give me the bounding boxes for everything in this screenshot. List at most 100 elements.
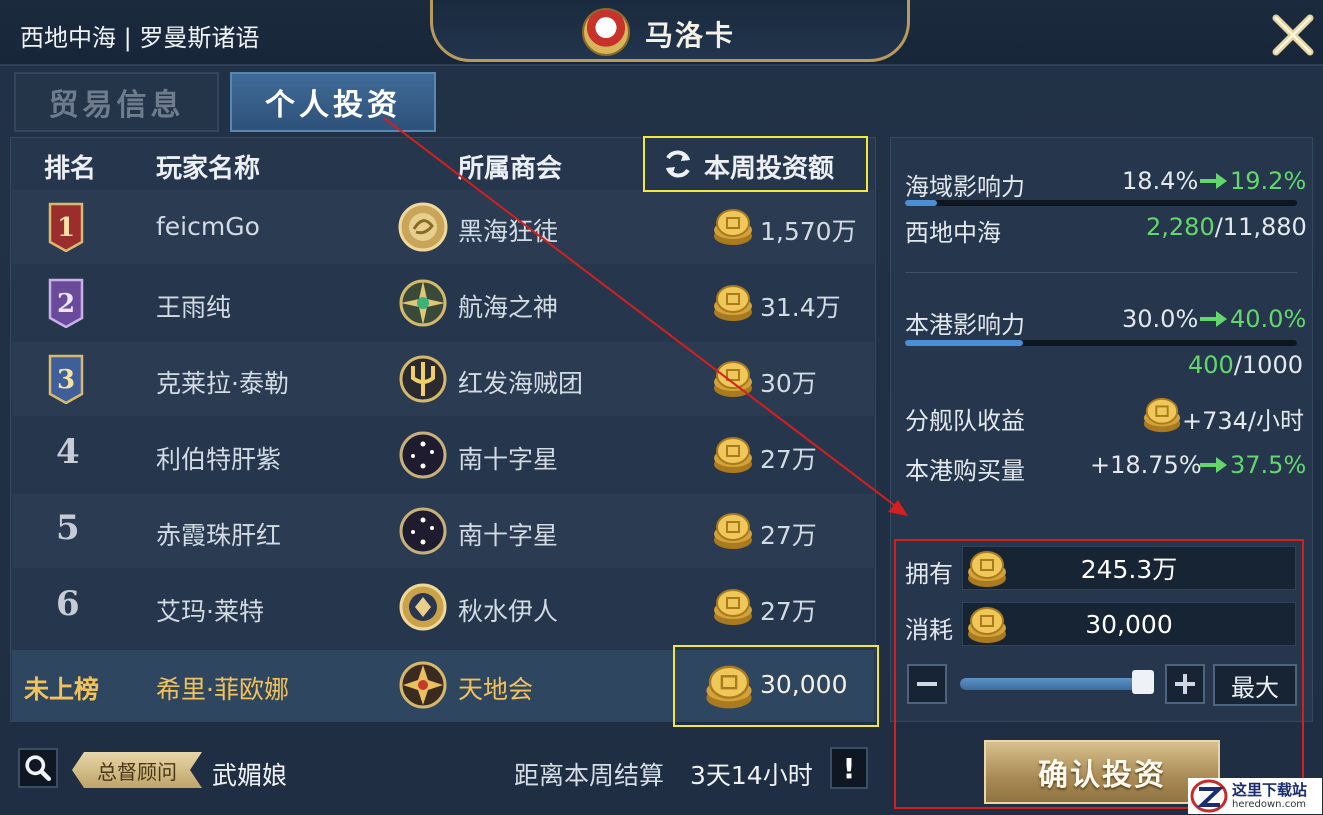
- port-purchase-label: 本港购买量: [905, 457, 1025, 485]
- watermark-url: heredown.com: [1232, 798, 1307, 810]
- trident-emblem-icon: [399, 355, 447, 403]
- close-icon[interactable]: [1270, 12, 1316, 58]
- compass-star-emblem-icon: [399, 279, 447, 327]
- table-row[interactable]: 4 利伯特肝紫 南十字星 27万: [12, 418, 874, 492]
- max-button[interactable]: 最大: [1213, 664, 1297, 706]
- advisor-name: 武媚娘: [212, 761, 288, 790]
- sea-influence-bar-fill: [905, 200, 938, 206]
- my-guild-name: 天地会: [458, 675, 534, 704]
- player-name: 王雨纯: [156, 293, 232, 322]
- gold-coin-icon: [714, 589, 752, 625]
- table-row[interactable]: 6 艾玛·莱特 秋水伊人 27万: [12, 570, 874, 644]
- sea-points-total: /11,880: [1214, 213, 1307, 241]
- investment-amount: 30万: [760, 369, 817, 398]
- city-flag-icon: [582, 8, 630, 56]
- cost-value: 30,000: [1085, 609, 1173, 639]
- rank-2-badge-icon: 2: [48, 278, 84, 328]
- svg-text:2: 2: [57, 289, 75, 319]
- gold-coin-icon: [714, 437, 752, 473]
- arrow-right-icon: [1200, 457, 1227, 473]
- sea-influence-next: 19.2%: [1230, 167, 1307, 195]
- table-row[interactable]: 1 feicmGo 黑海狂徒 1,570万: [12, 190, 874, 264]
- gold-coin-icon: [714, 361, 752, 397]
- svg-text:3: 3: [57, 365, 75, 395]
- heaven-earth-emblem-icon: [399, 661, 447, 709]
- confirm-investment-button[interactable]: 确认投资: [984, 740, 1220, 804]
- rank-1-badge-icon: 1: [48, 202, 84, 252]
- owned-field: 245.3万: [962, 546, 1296, 590]
- search-icon[interactable]: [18, 748, 58, 788]
- sea-points: 2,280/11,880: [1146, 213, 1307, 241]
- stats-divider: [905, 272, 1297, 273]
- guild-name: 秋水伊人: [458, 597, 559, 626]
- title-bar: 西地中海 | 罗曼斯诸语 马洛卡: [0, 0, 1323, 66]
- port-points-total: /1000: [1233, 351, 1303, 379]
- gold-coin-icon: [714, 209, 752, 245]
- rank-number: 5: [56, 508, 80, 548]
- refresh-icon[interactable]: [662, 148, 694, 180]
- player-name: 赤霞珠肝红: [156, 521, 282, 550]
- watermark-title: 这里下载站: [1232, 780, 1308, 799]
- owned-label: 拥有: [905, 560, 953, 588]
- investment-amount: 27万: [760, 521, 817, 550]
- rank-number: 6: [56, 584, 80, 624]
- info-exclamation-button[interactable]: !: [830, 747, 868, 789]
- column-header-rank: 排名: [44, 154, 97, 184]
- minus-icon: [917, 682, 937, 686]
- port-purchase-current: +18.75%: [1090, 451, 1202, 479]
- svg-text:1: 1: [57, 213, 75, 243]
- my-rank: 未上榜: [24, 675, 100, 704]
- gold-coin-icon: [1143, 397, 1181, 433]
- fleet-income-value: +734/小时: [1182, 407, 1305, 435]
- gold-coin-icon: [714, 285, 752, 321]
- player-name: feicmGo: [156, 212, 260, 241]
- increase-button[interactable]: [1165, 664, 1205, 704]
- investment-amount: 27万: [760, 597, 817, 626]
- table-row[interactable]: 3 克莱拉·泰勒 红发海贼团 30万: [12, 342, 874, 416]
- sea-influence-label: 海域影响力: [905, 173, 1025, 201]
- city-name: 马洛卡: [645, 19, 736, 52]
- settlement-countdown-value: 3天14小时: [690, 761, 813, 790]
- gold-dragon-emblem-icon: [398, 202, 448, 252]
- gold-coin-icon: [968, 607, 1006, 643]
- site-watermark: 这里下载站 heredown.com: [1188, 778, 1322, 814]
- port-influence-current: 30.0%: [1122, 305, 1199, 333]
- sea-influence-current: 18.4%: [1122, 167, 1199, 195]
- guild-name: 黑海狂徒: [458, 217, 559, 246]
- sea-influence-bar: [905, 200, 1297, 206]
- settlement-countdown-label: 距离本周结算: [514, 761, 665, 790]
- tab-trade-info[interactable]: 贸易信息: [14, 72, 219, 132]
- port-points-current: 400: [1188, 351, 1234, 379]
- column-header-guild: 所属商会: [458, 154, 563, 184]
- governor-advisor-tag: 总督顾问: [72, 752, 202, 788]
- owned-value: 245.3万: [1080, 555, 1178, 584]
- southern-cross-emblem-icon: [399, 431, 447, 479]
- table-row[interactable]: 5 赤霞珠肝红 南十字星 27万: [12, 494, 874, 568]
- decrease-button[interactable]: [907, 664, 947, 704]
- port-influence-next: 40.0%: [1230, 305, 1307, 333]
- arrow-right-icon: [1200, 311, 1227, 327]
- my-amount-highlight: [673, 645, 879, 727]
- guild-name: 航海之神: [458, 293, 559, 322]
- tab-personal-investment[interactable]: 个人投资: [230, 72, 436, 132]
- diamond-emblem-icon: [399, 583, 447, 631]
- guild-name: 南十字星: [458, 521, 559, 550]
- amount-slider-fill: [960, 678, 1147, 690]
- my-player-name: 希里·菲欧娜: [156, 675, 289, 704]
- cost-input[interactable]: 30,000: [962, 602, 1296, 646]
- investment-amount: 31.4万: [760, 293, 841, 322]
- southern-cross-emblem-icon: [399, 507, 447, 555]
- column-header-weekly-investment[interactable]: 本周投资额: [704, 148, 834, 185]
- sea-points-current: 2,280: [1146, 213, 1215, 241]
- player-name: 克莱拉·泰勒: [156, 369, 289, 398]
- plus-icon: [1175, 674, 1195, 694]
- heredown-logo-icon: [1190, 779, 1228, 813]
- port-influence-label: 本港影响力: [905, 311, 1025, 339]
- arrow-right-icon: [1200, 173, 1227, 189]
- amount-slider-handle[interactable]: [1132, 670, 1155, 694]
- investment-window: 西地中海 | 罗曼斯诸语 马洛卡 贸易信息 个人投资 排名 玩家名称 所属商会 …: [0, 0, 1323, 815]
- gold-coin-icon: [714, 513, 752, 549]
- table-row[interactable]: 2 王雨纯 航海之神 31.4万: [12, 266, 874, 340]
- sea-region-name: 西地中海: [905, 219, 1001, 247]
- rank-number: 4: [56, 432, 80, 472]
